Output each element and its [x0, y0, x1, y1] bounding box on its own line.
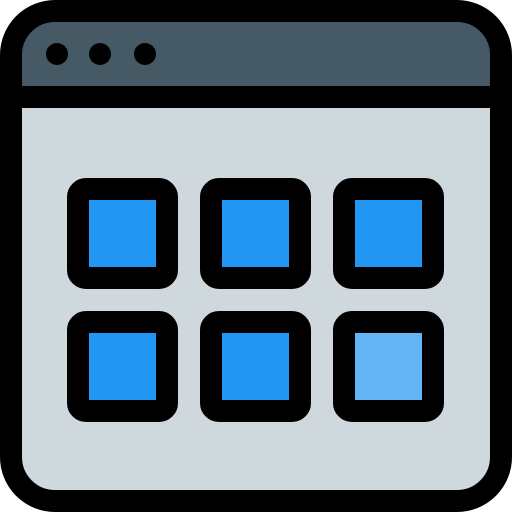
window-dot	[89, 43, 111, 65]
browser-app-grid-icon	[0, 0, 512, 512]
window-dot	[46, 43, 68, 65]
window-dot	[134, 43, 156, 65]
tile-5	[200, 311, 311, 422]
tile-3	[333, 178, 444, 289]
browser-window-icon	[0, 0, 512, 512]
tile-6	[333, 311, 444, 422]
window-dots	[46, 43, 156, 65]
tile-2	[200, 178, 311, 289]
tile-4	[67, 311, 178, 422]
tile-1	[67, 178, 178, 289]
title-bar	[11, 11, 501, 92]
